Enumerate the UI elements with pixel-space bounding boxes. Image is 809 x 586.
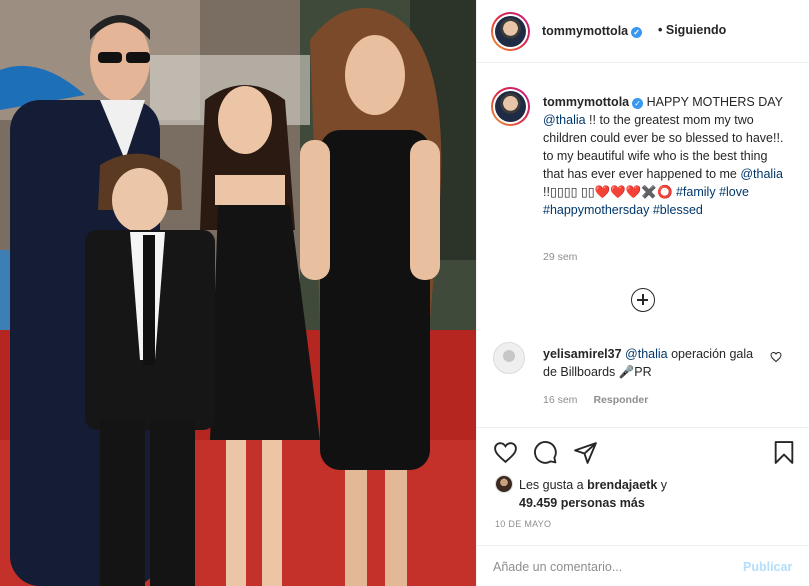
caption-author-avatar[interactable] xyxy=(491,87,530,126)
likes-summary: Les gusta a brendajaetk y 49.459 persona… xyxy=(495,475,667,512)
mention-link[interactable]: @thalia xyxy=(543,113,586,127)
reply-button[interactable]: Responder xyxy=(593,394,648,406)
following-button[interactable]: Siguiendo xyxy=(666,23,726,37)
author-avatar[interactable] xyxy=(491,12,530,51)
post-date[interactable]: 10 DE MAYO xyxy=(495,519,551,529)
mention-link[interactable]: @thalia xyxy=(625,347,668,361)
verified-badge-icon: ✓ xyxy=(631,27,643,38)
bookmark-icon[interactable] xyxy=(773,440,795,468)
family-photo-illustration xyxy=(0,0,476,586)
likes-conjunction: y xyxy=(657,478,668,492)
comment-icon[interactable] xyxy=(533,440,558,468)
hashtag-link[interactable]: #happymothersday xyxy=(543,203,649,217)
caption-username[interactable]: tommymottola xyxy=(543,95,629,109)
separator-dot: • xyxy=(658,23,663,37)
caption-segment: !!▯▯▯▯ ▯▯❤️❤️❤️✖️⭕ xyxy=(543,185,676,199)
hashtag-link[interactable]: #blessed xyxy=(653,203,703,217)
heart-icon[interactable] xyxy=(493,440,518,468)
instagram-post: tommymottola ✓ • Siguiendo tommymottola ✓ … xyxy=(0,0,809,586)
comment-item: yelisamirel37 @thalia operación gala de … xyxy=(477,342,809,412)
author-username[interactable]: tommymottola ✓ xyxy=(542,24,643,38)
publish-button[interactable]: Publicar xyxy=(743,560,792,574)
share-icon[interactable] xyxy=(573,440,598,468)
username-text[interactable]: tommymottola xyxy=(542,24,628,38)
comment-meta: 16 sem Responder xyxy=(543,394,648,406)
caption-timestamp[interactable]: 29 sem xyxy=(543,251,577,263)
hashtag-link[interactable]: #love xyxy=(719,185,749,199)
caption-segment: HAPPY MOTHERS DAY xyxy=(643,95,783,109)
plus-circle-icon[interactable] xyxy=(631,288,655,312)
comment-input[interactable] xyxy=(493,556,723,578)
comment-text: yelisamirel37 @thalia operación gala de … xyxy=(543,345,758,381)
post-photo[interactable] xyxy=(0,0,476,586)
likes-prefix: Les gusta a xyxy=(519,478,588,492)
liker-avatar[interactable] xyxy=(495,475,513,493)
caption-text: tommymottola ✓ HAPPY MOTHERS DAY @thalia … xyxy=(543,93,789,219)
liker-username[interactable]: brendajaetk xyxy=(587,478,657,492)
post-side-panel: tommymottola ✓ • Siguiendo tommymottola ✓ … xyxy=(476,0,809,586)
comment-timestamp[interactable]: 16 sem xyxy=(543,394,577,406)
commenter-username[interactable]: yelisamirel37 xyxy=(543,347,622,361)
commenter-avatar[interactable] xyxy=(493,342,525,374)
avatar-image xyxy=(495,91,526,122)
add-comment-bar: Publicar xyxy=(477,545,809,586)
mention-link[interactable]: @thalia xyxy=(740,167,783,181)
follow-status[interactable]: • Siguiendo xyxy=(658,23,726,37)
hashtag-link[interactable]: #family xyxy=(676,185,716,199)
post-header: tommymottola ✓ • Siguiendo xyxy=(477,0,809,63)
likes-count[interactable]: 49.459 personas más xyxy=(495,494,667,512)
comment-like-heart-icon[interactable] xyxy=(770,351,782,366)
verified-badge-icon: ✓ xyxy=(632,98,644,109)
avatar-image xyxy=(495,16,526,47)
post-actions: Les gusta a brendajaetk y 49.459 persona… xyxy=(477,427,809,529)
